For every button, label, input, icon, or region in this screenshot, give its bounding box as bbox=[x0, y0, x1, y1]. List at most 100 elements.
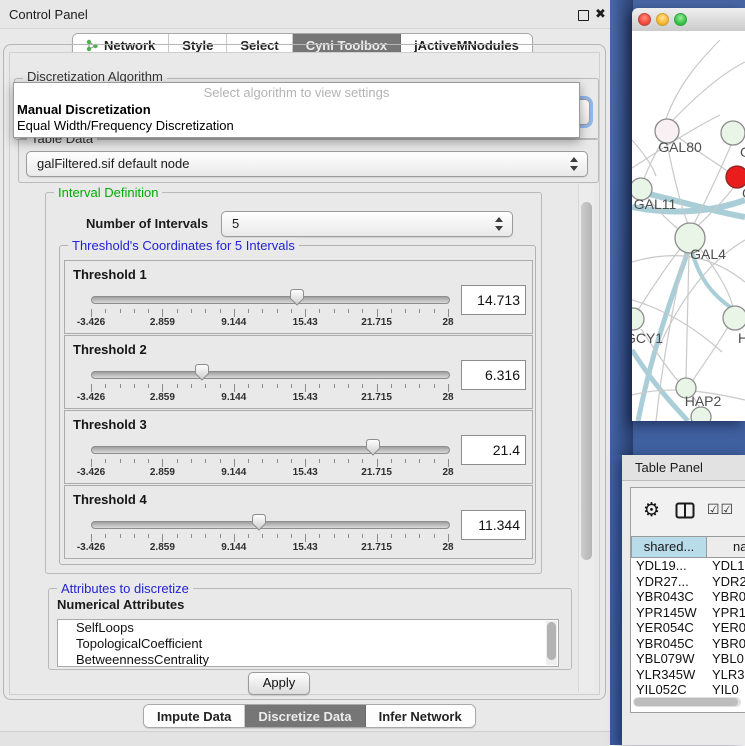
settings-scrollbar[interactable] bbox=[578, 184, 594, 692]
scrollbar-thumb[interactable] bbox=[547, 622, 556, 660]
table-horizontal-scrollbar[interactable] bbox=[633, 697, 741, 707]
gear-icon[interactable]: ⚙ bbox=[643, 499, 660, 521]
list-item[interactable]: BetweennessCentrality bbox=[58, 652, 558, 667]
tab-impute-data[interactable]: Impute Data bbox=[144, 705, 245, 727]
slider-tick-label: 9.144 bbox=[221, 317, 246, 328]
minimize-traffic-light-icon[interactable] bbox=[656, 13, 669, 26]
network-edge[interactable] bbox=[686, 253, 689, 378]
checkbox-columns-icon[interactable]: ☑☑ bbox=[707, 502, 734, 518]
threshold-slider[interactable]: -3.4262.8599.14415.4321.71528 bbox=[91, 512, 448, 554]
cell-shared-name[interactable]: YDL19... bbox=[631, 558, 707, 574]
tab-discretize-data[interactable]: Discretize Data bbox=[245, 705, 365, 727]
threshold-slider[interactable]: -3.4262.8599.14415.4321.71528 bbox=[91, 362, 448, 404]
network-edge[interactable] bbox=[638, 249, 680, 310]
network-node-h[interactable] bbox=[723, 306, 745, 330]
cell-shared-name[interactable]: YBL079W bbox=[631, 651, 707, 667]
threshold-value-field[interactable]: 11.344 bbox=[461, 510, 526, 540]
tick-mark bbox=[262, 384, 263, 388]
number-of-intervals-combobox[interactable]: 5 bbox=[221, 211, 513, 237]
slider-tick-label: -3.426 bbox=[77, 392, 105, 403]
threshold-panel-1: Threshold 1 -3.4262.8599.14415.4321.7152… bbox=[64, 260, 533, 334]
cell-shared-name[interactable]: YBR043C bbox=[631, 589, 707, 605]
attributes-list[interactable]: SelfLoops TopologicalCoefficient Between… bbox=[57, 619, 559, 667]
cell-name[interactable]: YDL1 bbox=[707, 558, 745, 574]
network-edge[interactable] bbox=[693, 327, 728, 380]
threshold-value-field[interactable]: 21.4 bbox=[461, 435, 526, 465]
table-row[interactable]: YPR145WYPR1 bbox=[631, 605, 745, 621]
slider-track[interactable] bbox=[91, 446, 450, 454]
scrollbar-thumb[interactable] bbox=[634, 698, 738, 706]
tick-mark bbox=[162, 534, 163, 542]
tick-mark bbox=[220, 309, 221, 313]
slider-track[interactable] bbox=[91, 296, 450, 304]
table-row[interactable]: YBL079WYBL0 bbox=[631, 651, 745, 667]
slider-thumb[interactable] bbox=[365, 438, 381, 456]
network-window-titlebar[interactable] bbox=[632, 8, 745, 32]
list-scrollbar[interactable] bbox=[546, 621, 557, 665]
list-item[interactable]: SelfLoops bbox=[58, 620, 558, 636]
table-row[interactable]: YDR27...YDR2 bbox=[631, 574, 745, 590]
network-canvas[interactable]: GAL80GACGAL11GAL4GCY1HHAP2 bbox=[632, 31, 745, 421]
slider-thumb[interactable] bbox=[251, 513, 267, 531]
slider-track[interactable] bbox=[91, 521, 450, 529]
cell-name[interactable]: YDR2 bbox=[707, 574, 745, 590]
slider-tick-labels: -3.4262.8599.14415.4321.71528 bbox=[91, 467, 448, 479]
tick-mark bbox=[419, 384, 420, 388]
cell-name[interactable]: YBR0 bbox=[707, 636, 745, 652]
tick-mark bbox=[334, 534, 335, 538]
slider-track[interactable] bbox=[91, 371, 450, 379]
tick-mark bbox=[162, 384, 163, 392]
network-node[interactable] bbox=[691, 407, 711, 421]
cell-name[interactable]: YIL0 bbox=[707, 682, 739, 696]
network-edge[interactable] bbox=[632, 140, 656, 176]
list-item[interactable]: TopologicalCoefficient bbox=[58, 636, 558, 652]
column-header-name[interactable]: na bbox=[707, 536, 745, 558]
network-node-gcy1[interactable] bbox=[632, 308, 644, 330]
table-data-combobox[interactable]: galFiltered.sif default node bbox=[26, 151, 588, 177]
slider-tick-label: 2.859 bbox=[150, 542, 175, 553]
threshold-value-field[interactable]: 6.316 bbox=[461, 360, 526, 390]
threshold-value-field[interactable]: 14.713 bbox=[461, 285, 526, 315]
cell-shared-name[interactable]: YDR27... bbox=[631, 574, 707, 590]
cell-shared-name[interactable]: YLR345W bbox=[631, 667, 707, 683]
close-icon[interactable]: ✖ bbox=[595, 6, 606, 22]
close-traffic-light-icon[interactable] bbox=[638, 13, 651, 26]
slider-thumb[interactable] bbox=[289, 288, 305, 306]
table-row[interactable]: YBR045CYBR0 bbox=[631, 636, 745, 652]
threshold-slider[interactable]: -3.4262.8599.14415.4321.71528 bbox=[91, 287, 448, 329]
cell-shared-name[interactable]: YER054C bbox=[631, 620, 707, 636]
network-edge[interactable] bbox=[666, 40, 720, 119]
table-row[interactable]: YLR345WYLR3 bbox=[631, 667, 745, 683]
slider-thumb[interactable] bbox=[194, 363, 210, 381]
slider-tick-label: 15.43 bbox=[293, 317, 318, 328]
table-rows[interactable]: YDL19...YDL1YDR27...YDR2YBR043CYBR0YPR14… bbox=[631, 558, 745, 696]
column-header-shared-name[interactable]: shared... bbox=[631, 536, 707, 558]
threshold-label: Threshold 4 bbox=[73, 492, 147, 507]
float-window-icon[interactable] bbox=[578, 10, 589, 21]
table-row[interactable]: YER054CYER0 bbox=[631, 620, 745, 636]
cell-name[interactable]: YBR0 bbox=[707, 589, 745, 605]
cell-shared-name[interactable]: YPR145W bbox=[631, 605, 707, 621]
scrollbar-thumb[interactable] bbox=[581, 202, 592, 560]
cell-name[interactable]: YPR1 bbox=[707, 605, 745, 621]
cell-shared-name[interactable]: YBR045C bbox=[631, 636, 707, 652]
network-node-ga[interactable] bbox=[721, 121, 745, 145]
tick-mark bbox=[405, 384, 406, 388]
cell-name[interactable]: YER0 bbox=[707, 620, 745, 636]
tick-mark bbox=[220, 384, 221, 388]
slider-tick-labels: -3.4262.8599.14415.4321.71528 bbox=[91, 392, 448, 404]
cell-name[interactable]: YLR3 bbox=[707, 667, 745, 683]
threshold-slider[interactable]: -3.4262.8599.14415.4321.71528 bbox=[91, 437, 448, 479]
zoom-traffic-light-icon[interactable] bbox=[674, 13, 687, 26]
network-edge[interactable] bbox=[672, 62, 745, 121]
tab-infer-network[interactable]: Infer Network bbox=[366, 705, 475, 727]
table-row[interactable]: YDL19...YDL1 bbox=[631, 558, 745, 574]
cell-name[interactable]: YBL0 bbox=[707, 651, 744, 667]
cell-shared-name[interactable]: YIL052C bbox=[631, 682, 707, 696]
split-columns-icon[interactable] bbox=[675, 502, 695, 519]
dropdown-option-equal-width[interactable]: Equal Width/Frequency Discretization bbox=[14, 118, 579, 134]
dropdown-option-manual[interactable]: Manual Discretization bbox=[14, 102, 579, 118]
apply-button[interactable]: Apply bbox=[248, 672, 310, 695]
table-row[interactable]: YBR043CYBR0 bbox=[631, 589, 745, 605]
table-row[interactable]: YIL052CYIL0 bbox=[631, 682, 745, 696]
